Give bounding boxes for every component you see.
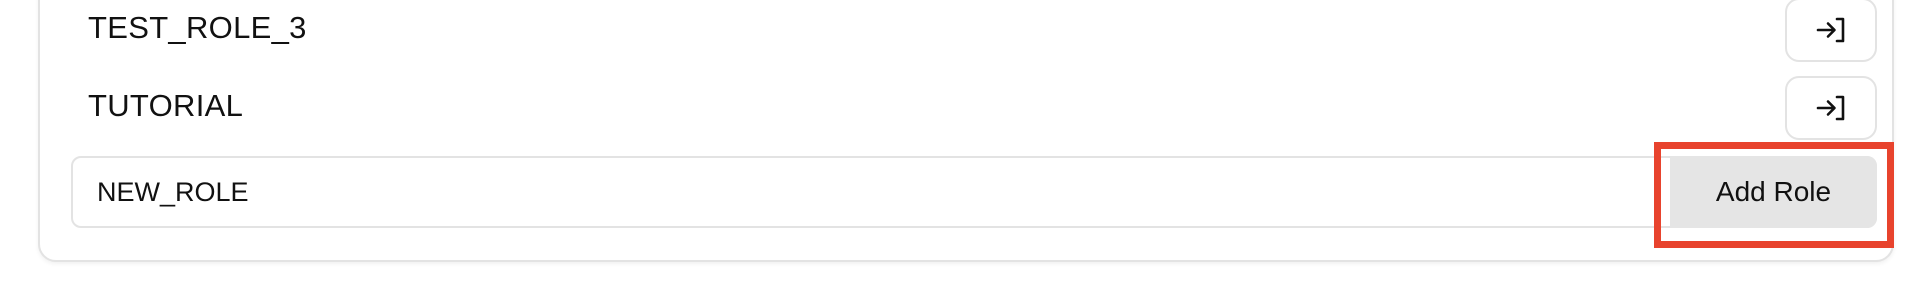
enter-role-button[interactable] bbox=[1785, 76, 1877, 140]
new-role-input[interactable] bbox=[71, 156, 1877, 228]
enter-arrow-icon bbox=[1816, 17, 1845, 43]
role-name: TUTORIAL bbox=[88, 88, 244, 123]
role-row-tutorial: TUTORIAL bbox=[0, 76, 1930, 144]
new-role-form: Add Role bbox=[71, 156, 1877, 228]
enter-arrow-icon bbox=[1816, 95, 1845, 121]
enter-role-button[interactable] bbox=[1785, 0, 1877, 62]
add-role-button[interactable]: Add Role bbox=[1670, 156, 1877, 228]
role-name: TEST_ROLE_3 bbox=[88, 10, 307, 45]
role-row-test-role-3: TEST_ROLE_3 bbox=[0, 0, 1930, 66]
